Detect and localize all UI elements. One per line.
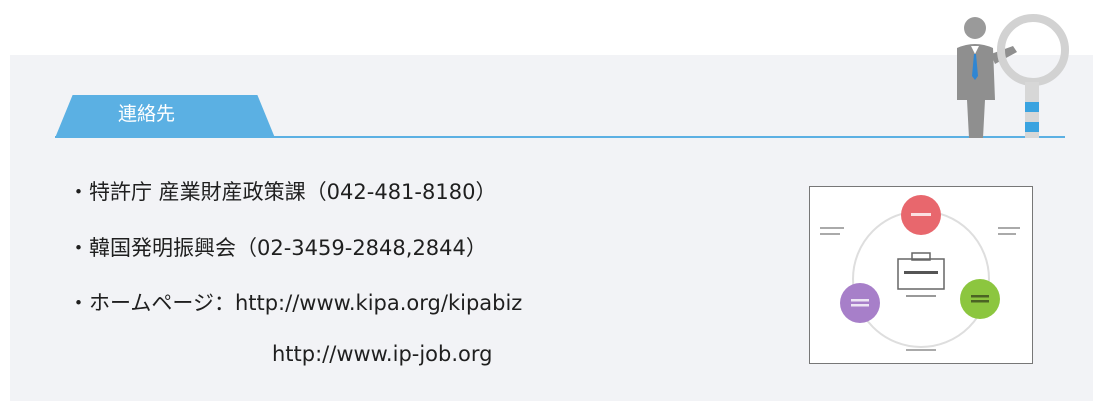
cycle-diagram-graphic [820, 195, 1020, 351]
cycle-diagram-thumbnail [809, 186, 1033, 364]
contact-homepage-2[interactable]: http://www.ip-job.org [272, 340, 492, 368]
section-divider [55, 136, 1065, 138]
contact-kipa: ・韓国発明振興会（02-3459-2848,2844） [68, 236, 487, 260]
node-purple [840, 283, 880, 323]
person-with-magnifier-icon [957, 14, 1069, 138]
contact-kipo: ・特許庁 産業財産政策課（042-481-8180） [68, 180, 497, 204]
contact-homepage[interactable]: ・ホームページ：http://www.kipa.org/kipabiz [68, 289, 522, 317]
node-green [960, 279, 1000, 319]
section-tab-label: 連絡先 [118, 103, 176, 125]
